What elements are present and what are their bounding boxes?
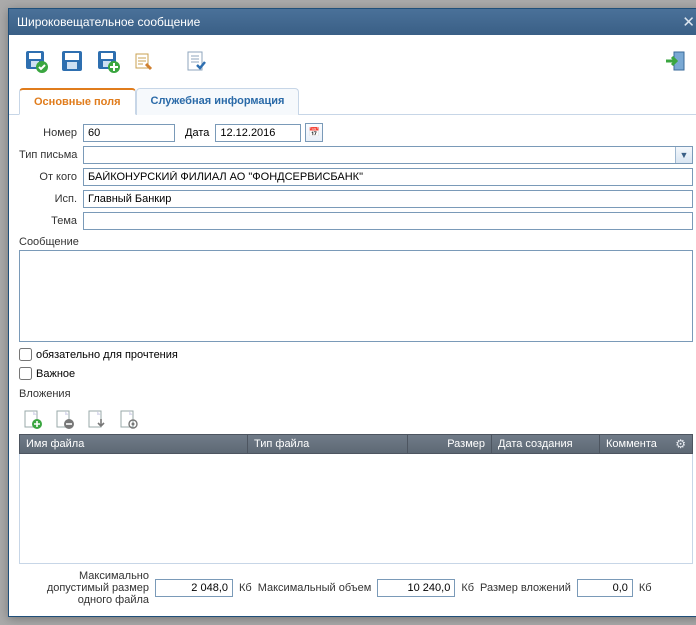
tab-service[interactable]: Служебная информация (136, 88, 300, 115)
date-input[interactable] (215, 124, 301, 142)
calendar-icon: 📅 (309, 127, 320, 138)
doc-check-icon (185, 50, 207, 72)
unit-1: Кб (239, 582, 252, 594)
grid-col-size[interactable]: Размер (408, 435, 492, 453)
date-picker-button[interactable]: 📅 (305, 123, 323, 142)
doc-plus-icon (22, 409, 42, 429)
important-checkbox[interactable] (19, 367, 32, 380)
attachment-view-button[interactable] (117, 408, 139, 430)
grid-col-filetype[interactable]: Тип файла (248, 435, 408, 453)
subject-label: Тема (19, 215, 83, 227)
number-input[interactable] (83, 124, 175, 142)
save-plus-button[interactable] (93, 46, 123, 76)
grid-col-comment[interactable]: Коммента ⚙ (600, 435, 692, 453)
tab-content: Номер Дата 📅 Тип письма ▼ От кого Исп. Т… (9, 115, 696, 616)
from-label: От кого (19, 171, 83, 183)
sign-button[interactable] (129, 46, 159, 76)
type-input[interactable] (83, 146, 693, 164)
mandatory-label: обязательно для прочтения (36, 349, 178, 361)
save-check-button[interactable] (21, 46, 51, 76)
type-select[interactable]: ▼ (83, 146, 693, 164)
grid-col-filename[interactable]: Имя файла (20, 435, 248, 453)
grid-col-date[interactable]: Дата создания (492, 435, 600, 453)
unit-3: Кб (639, 582, 652, 594)
save-button[interactable] (57, 46, 87, 76)
exit-button[interactable] (661, 46, 691, 76)
exit-icon (664, 49, 688, 73)
gear-icon[interactable]: ⚙ (675, 437, 686, 451)
important-label: Важное (36, 368, 75, 380)
form: Номер Дата 📅 Тип письма ▼ От кого Исп. Т… (19, 123, 693, 230)
toolbar (9, 35, 696, 87)
footer: Максимально допустимый размер одного фай… (19, 564, 693, 606)
from-input[interactable] (83, 168, 693, 186)
max-vol-label: Максимальный объем (258, 582, 372, 594)
exec-input[interactable] (83, 190, 693, 208)
attachments-grid-body[interactable] (19, 454, 693, 564)
important-checkbox-row[interactable]: Важное (19, 367, 693, 380)
exec-label: Исп. (19, 193, 83, 205)
att-size-value (577, 579, 633, 597)
close-icon[interactable]: ✕ (682, 15, 695, 30)
subject-input[interactable] (83, 212, 693, 230)
broadcast-message-window: Широковещательное сообщение ✕ Основные п… (8, 8, 696, 617)
attachments-label: Вложения (19, 388, 693, 400)
attachment-remove-button[interactable] (53, 408, 75, 430)
attachment-add-button[interactable] (21, 408, 43, 430)
chevron-down-icon[interactable]: ▼ (675, 147, 692, 163)
doc-minus-icon (54, 409, 74, 429)
message-textarea[interactable] (19, 250, 693, 342)
att-size-label: Размер вложений (480, 582, 571, 594)
tab-main[interactable]: Основные поля (19, 88, 136, 115)
window-title: Широковещательное сообщение (17, 15, 200, 29)
number-label: Номер (19, 127, 83, 139)
mandatory-checkbox-row[interactable]: обязательно для прочтения (19, 348, 693, 361)
max-one-label: Максимально допустимый размер одного фай… (19, 570, 149, 606)
attachments-grid-header: Имя файла Тип файла Размер Дата создания… (19, 434, 693, 454)
type-label: Тип письма (19, 149, 83, 161)
doc-download-icon (86, 409, 106, 429)
attachment-download-button[interactable] (85, 408, 107, 430)
check-list-button[interactable] (181, 46, 211, 76)
floppy-plus-icon (96, 49, 120, 73)
doc-view-icon (118, 409, 138, 429)
stamp-icon (133, 50, 155, 72)
floppy-check-icon (24, 49, 48, 73)
date-label: Дата (185, 127, 209, 139)
floppy-icon (60, 49, 84, 73)
max-one-value (155, 579, 233, 597)
mandatory-checkbox[interactable] (19, 348, 32, 361)
tabs: Основные поля Служебная информация (9, 87, 696, 115)
unit-2: Кб (461, 582, 474, 594)
message-label: Сообщение (19, 236, 693, 248)
attachments-toolbar (19, 404, 693, 434)
titlebar: Широковещательное сообщение ✕ (9, 9, 696, 35)
max-vol-value (377, 579, 455, 597)
